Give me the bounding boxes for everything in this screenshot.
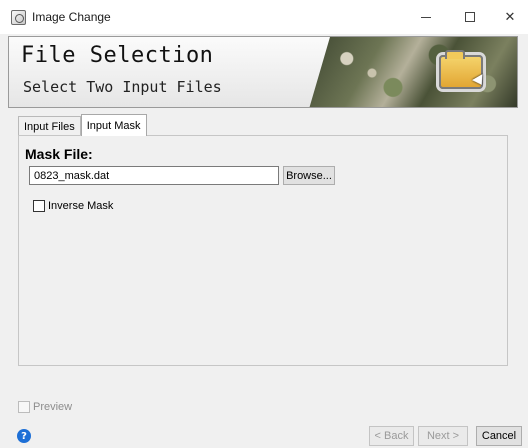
app-icon [11,9,26,25]
tab-input-files[interactable]: Input Files [18,116,81,136]
inverse-mask-label: Inverse Mask [48,200,114,212]
maximize-button[interactable] [448,0,492,34]
close-icon: ✕ [504,9,516,25]
preview-checkbox [18,401,30,413]
satellite-image-graphic [309,37,517,107]
preview-option: Preview [18,401,72,413]
inverse-mask-option[interactable]: Inverse Mask [33,200,113,212]
maximize-icon [465,12,475,22]
help-icon[interactable]: ? [17,429,31,443]
banner-title: File Selection [21,43,214,68]
tab-bar: Input Files Input Mask [18,114,147,136]
preview-label: Preview [33,401,73,413]
close-button[interactable]: ✕ [488,0,528,34]
window-title: Image Change [32,10,111,24]
minimize-button[interactable] [404,0,448,34]
mask-file-label: Mask File: [25,146,93,162]
inverse-mask-checkbox[interactable] [33,200,45,212]
mask-file-input[interactable] [29,166,279,185]
title-bar: Image Change ✕ [0,0,528,34]
browse-button[interactable]: Browse... [283,166,335,185]
tab-input-mask[interactable]: Input Mask [80,114,147,136]
back-button: < Back [369,426,414,446]
input-mask-panel: Mask File: Browse... Inverse Mask [18,135,508,366]
next-button: Next > [418,426,468,446]
minimize-icon [421,16,431,18]
cancel-button[interactable]: Cancel [476,426,522,446]
banner-subtitle: Select Two Input Files [23,78,222,96]
wizard-banner: File Selection Select Two Input Files [8,36,518,108]
